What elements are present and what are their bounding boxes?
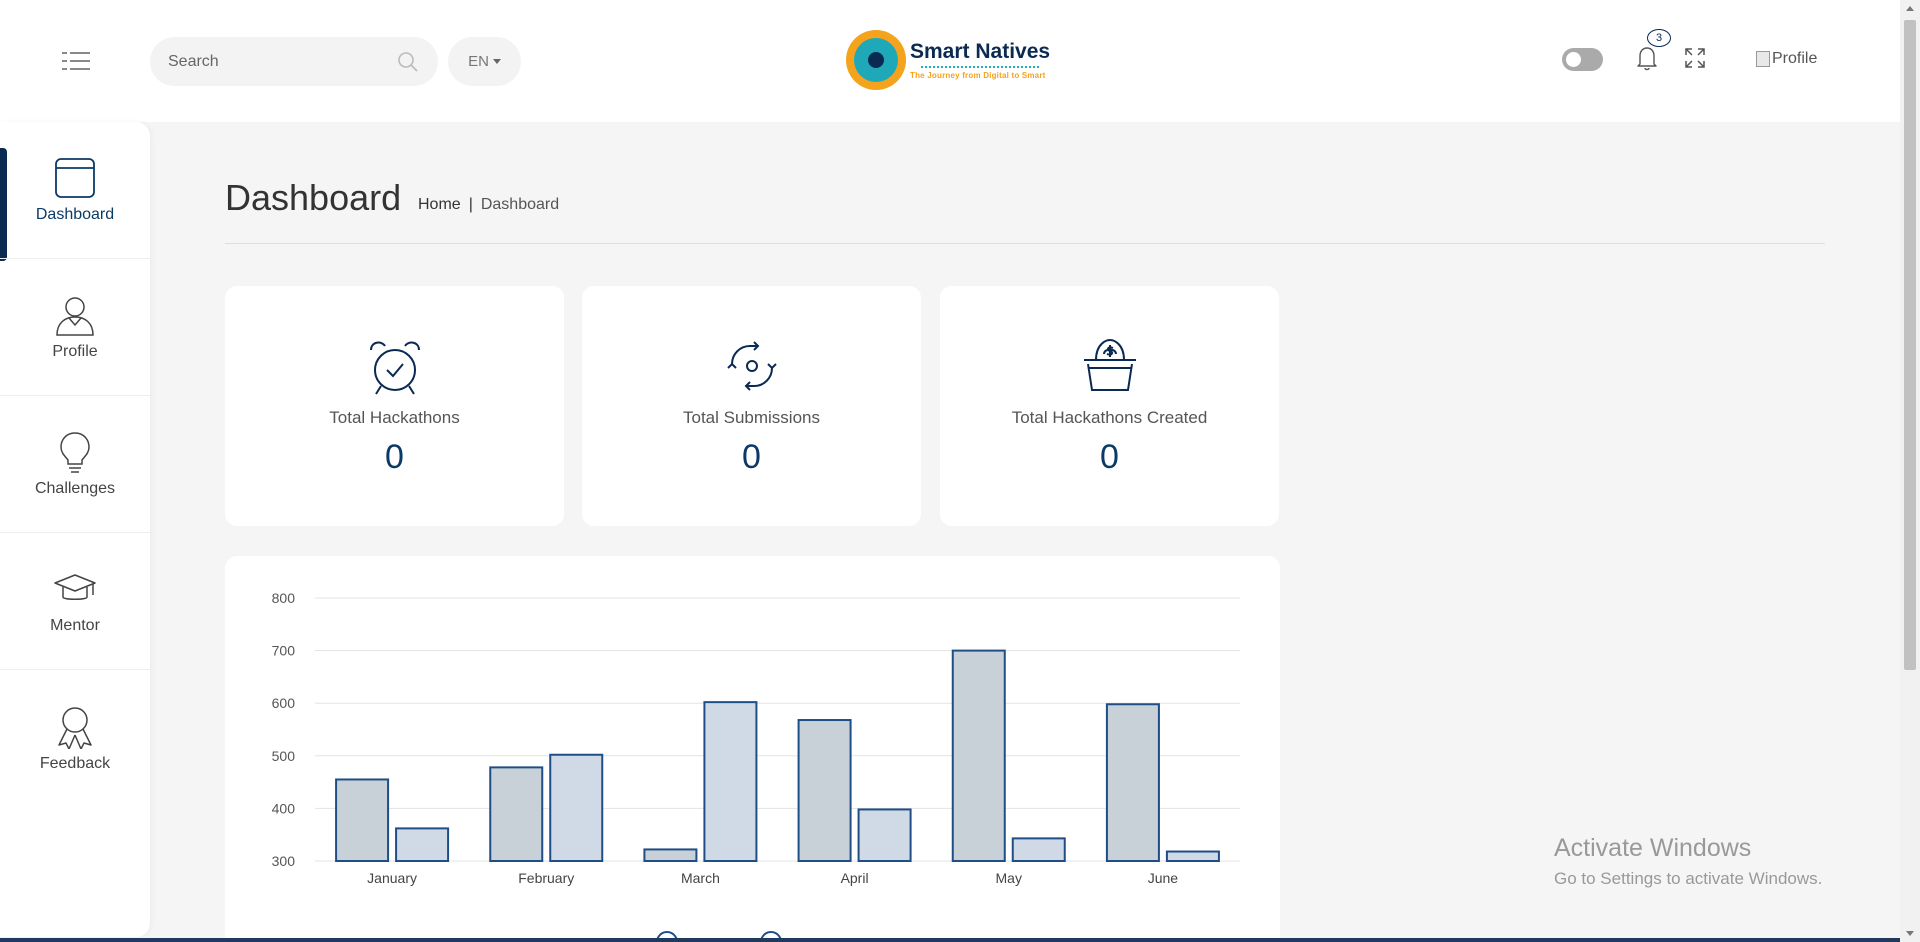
chart-bar xyxy=(549,753,604,862)
logo-name: Smart Natives xyxy=(910,40,1051,63)
refresh-cycle-icon xyxy=(726,341,777,391)
activation-watermark: Activate Windows Go to Settings to activ… xyxy=(1554,834,1822,889)
vertical-scrollbar[interactable] xyxy=(1900,0,1920,942)
search-input[interactable] xyxy=(168,52,396,71)
stat-value: 0 xyxy=(385,438,404,476)
graduation-cap-icon xyxy=(54,574,96,600)
notification-badge: 3 xyxy=(1647,29,1671,47)
chart-bar xyxy=(797,719,852,862)
taskbar-strip xyxy=(0,938,1900,942)
x-tick-label: June xyxy=(1148,870,1179,886)
sidebar-item-label: Profile xyxy=(52,343,98,360)
sidebar-item-label: Dashboard xyxy=(35,206,115,223)
stat-card-hackathons: Total Hackathons 0 xyxy=(225,286,564,526)
logo-tagline: The Journey from Digital to Smart xyxy=(910,71,1046,80)
watermark-title: Activate Windows xyxy=(1554,834,1752,862)
watermark-subtitle: Go to Settings to activate Windows. xyxy=(1554,869,1823,888)
sidebar-item-label: Feedback xyxy=(39,754,111,772)
chart-bar xyxy=(489,766,544,862)
fullscreen-icon[interactable] xyxy=(1684,47,1706,69)
dashboard-icon xyxy=(55,158,95,198)
chart-bar xyxy=(335,778,390,862)
chart-bar xyxy=(1165,850,1220,863)
lightbulb-icon xyxy=(60,432,90,473)
y-tick-label: 500 xyxy=(272,748,296,764)
user-icon xyxy=(56,297,94,336)
stat-label: Total Submissions xyxy=(682,408,820,427)
stat-card-submissions: Total Submissions 0 xyxy=(582,286,921,526)
chart-bar xyxy=(951,649,1006,862)
logo-dots xyxy=(920,65,1040,69)
sidebar-item-dashboard[interactable]: Dashboard xyxy=(0,122,150,259)
chart-bar xyxy=(1011,837,1066,862)
chart-bar xyxy=(857,808,912,862)
chart-bar xyxy=(395,827,450,862)
sidebar-item-mentor[interactable]: Mentor xyxy=(0,533,150,670)
stat-value: 0 xyxy=(742,438,761,476)
sidebar-item-label: Challenges xyxy=(34,480,116,497)
menu-toggle-icon[interactable] xyxy=(62,50,90,72)
y-tick-label: 300 xyxy=(272,853,296,869)
top-header: EN Smart Natives The Journey from Digita… xyxy=(0,0,1900,122)
logo-mark xyxy=(846,30,906,90)
chart-bar xyxy=(1105,703,1160,862)
sidebar-item-feedback[interactable]: Feedback xyxy=(0,670,150,807)
scroll-down-icon[interactable] xyxy=(1906,931,1914,936)
scroll-up-icon[interactable] xyxy=(1906,6,1914,11)
theme-toggle[interactable] xyxy=(1562,48,1603,71)
award-ribbon-icon xyxy=(58,706,92,749)
search-icon[interactable] xyxy=(396,50,420,74)
sidebar-item-profile[interactable]: Profile xyxy=(0,259,150,396)
x-tick-label: April xyxy=(841,870,869,886)
stat-value: 0 xyxy=(1100,438,1119,476)
y-tick-label: 700 xyxy=(272,643,296,659)
bell-icon[interactable] xyxy=(1636,45,1658,71)
breadcrumb-separator: | xyxy=(468,196,473,213)
chart-bar xyxy=(703,701,758,862)
search-box xyxy=(150,37,438,86)
breadcrumb: Home | Dashboard xyxy=(418,196,559,214)
sidebar: Dashboard Profile Challenges Mentor Feed… xyxy=(0,122,150,937)
stat-card-hackathons-created: Total Hackathons Created 0 xyxy=(940,286,1279,526)
title-divider xyxy=(225,243,1825,244)
money-basket-icon xyxy=(1083,338,1136,391)
stat-label: Total Hackathons xyxy=(329,408,460,427)
x-tick-label: May xyxy=(996,870,1022,886)
language-dropdown[interactable]: EN xyxy=(448,37,521,86)
y-tick-label: 800 xyxy=(272,590,296,606)
caret-down-icon xyxy=(492,59,501,64)
breadcrumb-home[interactable]: Home xyxy=(418,196,461,214)
y-tick-label: 600 xyxy=(272,695,296,711)
broken-image-icon xyxy=(1756,51,1770,67)
alarm-clock-icon xyxy=(369,341,420,395)
page-title: Dashboard xyxy=(225,177,402,218)
breadcrumb-current: Dashboard xyxy=(480,196,560,213)
profile-avatar[interactable]: Profile xyxy=(1756,50,1817,68)
bar-chart: 300 400 500 600 700 800 January February March Ap… xyxy=(272,590,1240,942)
chart-bar xyxy=(643,848,698,863)
profile-alt-text: Profile xyxy=(1772,50,1818,67)
x-tick-label: February xyxy=(518,870,574,886)
sidebar-item-label: Mentor xyxy=(50,617,100,634)
chart-card: 300 400 500 600 700 800 January February March Ap… xyxy=(225,556,1280,942)
x-tick-label: January xyxy=(367,870,417,886)
logo[interactable]: Smart Natives The Journey from Digital t… xyxy=(846,30,1050,90)
language-label: EN xyxy=(468,53,489,70)
scrollbar-thumb[interactable] xyxy=(1904,20,1916,670)
stat-label: Total Hackathons Created xyxy=(1011,408,1208,427)
y-tick-label: 400 xyxy=(272,800,296,816)
x-tick-label: March xyxy=(681,870,720,886)
sidebar-item-challenges[interactable]: Challenges xyxy=(0,396,150,533)
